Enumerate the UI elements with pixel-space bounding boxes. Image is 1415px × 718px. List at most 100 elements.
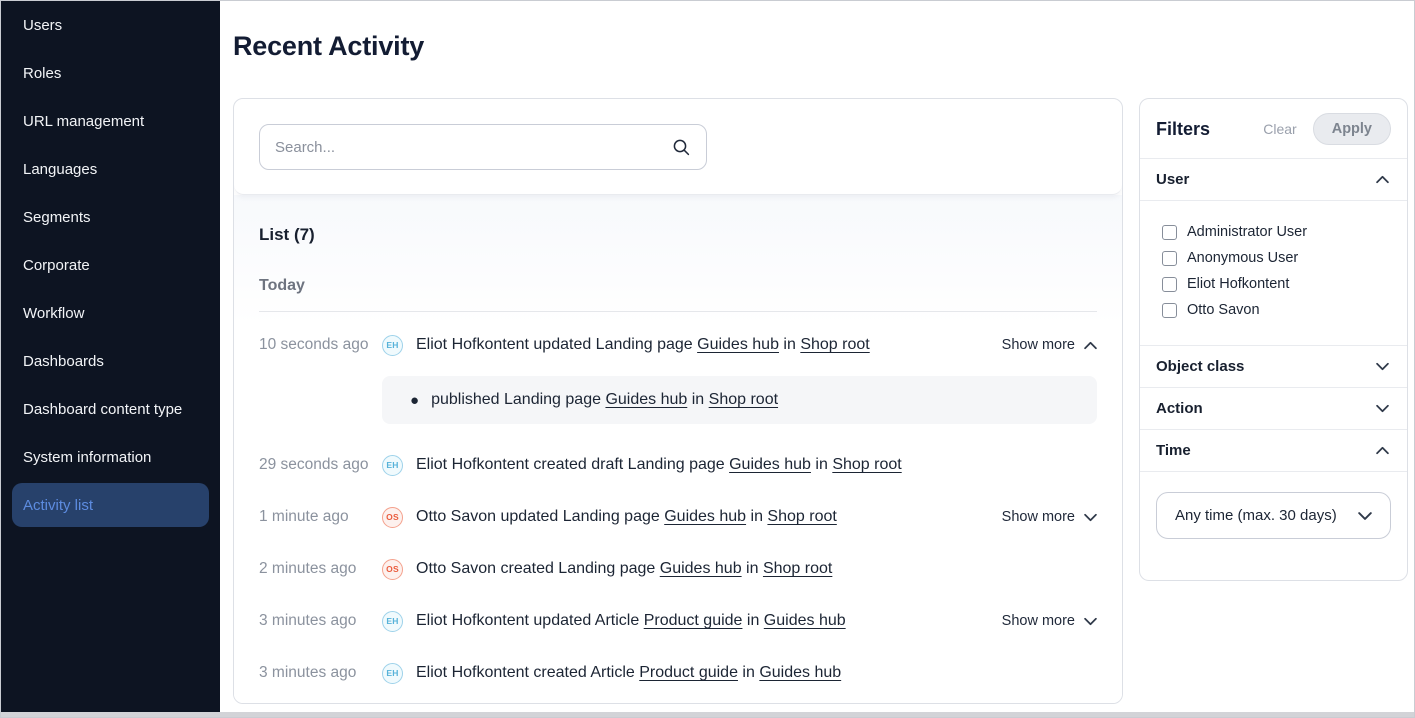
checkbox-eliot-hofkontent[interactable] [1162, 277, 1177, 292]
content-link[interactable]: Guides hub [697, 336, 779, 353]
location-link[interactable]: Shop root [832, 456, 901, 473]
sidebar-item-users[interactable]: Users [1, 1, 220, 49]
activity-timestamp: 2 minutes ago [259, 560, 382, 578]
search-box [259, 124, 707, 170]
show-more-label: Show more [1002, 509, 1075, 525]
activity-prefix: Eliot Hofkontent updated Article [416, 612, 639, 629]
activity-card: List (7) Today 10 seconds ago EH Eliot H… [233, 98, 1123, 704]
sidebar-item-activity-list[interactable]: Activity list [12, 483, 209, 527]
detail-connector: in [692, 391, 704, 408]
activity-connector: in [747, 612, 759, 629]
location-link[interactable]: Shop root [709, 391, 778, 408]
chevron-down-icon [1376, 362, 1389, 371]
filters-title: Filters [1156, 119, 1263, 140]
activity-detail-box: ● published Landing page Guides hub in S… [382, 376, 1097, 424]
activity-prefix: Eliot Hofkontent created Article [416, 664, 635, 681]
show-more-label: Show more [1002, 337, 1075, 353]
filter-section-label: Object class [1156, 358, 1244, 375]
location-link[interactable]: Shop root [800, 336, 869, 353]
chevron-up-icon [1376, 446, 1389, 455]
content-link[interactable]: Guides hub [605, 391, 687, 408]
location-link[interactable]: Shop root [763, 560, 832, 577]
show-more-toggle[interactable]: Show more [986, 509, 1097, 525]
list-count-header: List (7) [259, 225, 1097, 245]
filter-section-label: Action [1156, 400, 1203, 417]
activity-row: 10 seconds ago EH Eliot Hofkontent updat… [259, 334, 1097, 356]
filter-section-action[interactable]: Action [1140, 388, 1407, 430]
avatar: EH [382, 455, 403, 476]
sidebar-item-dashboard-content-type[interactable]: Dashboard content type [1, 385, 220, 433]
sidebar-item-corporate[interactable]: Corporate [1, 241, 220, 289]
sidebar-item-dashboards[interactable]: Dashboards [1, 337, 220, 385]
avatar: EH [382, 611, 403, 632]
sidebar-item-system-information[interactable]: System information [1, 433, 220, 481]
time-range-select[interactable]: Any time (max. 30 days) [1156, 492, 1391, 539]
show-more-toggle[interactable]: Show more [986, 613, 1097, 629]
sidebar-item-url-management[interactable]: URL management [1, 97, 220, 145]
location-link[interactable]: Guides hub [759, 664, 841, 681]
content-link[interactable]: Guides hub [660, 560, 742, 577]
search-input[interactable] [275, 139, 672, 156]
activity-text: Eliot Hofkontent created draft Landing p… [416, 456, 1097, 474]
activity-prefix: Eliot Hofkontent updated Landing page [416, 336, 693, 353]
user-option-administrator[interactable]: Administrator User [1162, 219, 1391, 245]
activity-text: Eliot Hofkontent updated Article Product… [416, 612, 986, 630]
activity-connector: in [746, 560, 758, 577]
group-label-today: Today [259, 277, 1097, 295]
activity-timestamp: 29 seconds ago [259, 456, 382, 474]
activity-text: Eliot Hofkontent updated Landing page Gu… [416, 336, 986, 354]
activity-row: 1 minute ago OS Otto Savon updated Landi… [259, 506, 1097, 528]
apply-filters-button[interactable]: Apply [1313, 113, 1391, 145]
filter-section-time[interactable]: Time [1140, 430, 1407, 472]
sidebar-item-segments[interactable]: Segments [1, 193, 220, 241]
activity-prefix: Eliot Hofkontent created draft Landing p… [416, 456, 725, 473]
chevron-up-icon [1376, 175, 1389, 184]
user-option-otto[interactable]: Otto Savon [1162, 297, 1391, 323]
content-link[interactable]: Guides hub [729, 456, 811, 473]
sidebar-item-workflow[interactable]: Workflow [1, 289, 220, 337]
show-more-toggle[interactable]: Show more [986, 337, 1097, 353]
activity-prefix: Otto Savon created Landing page [416, 560, 655, 577]
time-filter-body: Any time (max. 30 days) [1140, 472, 1407, 559]
filter-section-object-class[interactable]: Object class [1140, 346, 1407, 388]
location-link[interactable]: Guides hub [764, 612, 846, 629]
clear-filters-button[interactable]: Clear [1263, 121, 1296, 137]
checkbox-administrator-user[interactable] [1162, 225, 1177, 240]
filter-section-label: Time [1156, 442, 1191, 459]
time-range-value: Any time (max. 30 days) [1175, 507, 1337, 524]
checkbox-label: Administrator User [1187, 224, 1307, 240]
content-link[interactable]: Product guide [639, 664, 738, 681]
activity-connector: in [783, 336, 795, 353]
avatar: OS [382, 507, 403, 528]
chevron-down-icon [1376, 404, 1389, 413]
checkbox-otto-savon[interactable] [1162, 303, 1177, 318]
checkbox-label: Eliot Hofkontent [1187, 276, 1289, 292]
filters-panel: Filters Clear Apply User Administrator U… [1139, 98, 1408, 581]
activity-timestamp: 3 minutes ago [259, 664, 382, 682]
filter-section-user[interactable]: User [1140, 159, 1407, 201]
checkbox-label: Anonymous User [1187, 250, 1298, 266]
chevron-down-icon [1084, 617, 1097, 626]
activity-list: List (7) Today 10 seconds ago EH Eliot H… [234, 195, 1122, 704]
user-option-eliot[interactable]: Eliot Hofkontent [1162, 271, 1391, 297]
avatar: OS [382, 559, 403, 580]
activity-timestamp: 10 seconds ago [259, 336, 382, 354]
horizontal-scrollbar[interactable] [1, 712, 1414, 717]
activity-timestamp: 3 minutes ago [259, 612, 382, 630]
sidebar-item-languages[interactable]: Languages [1, 145, 220, 193]
checkbox-anonymous-user[interactable] [1162, 251, 1177, 266]
bullet-icon: ● [410, 392, 419, 409]
search-icon[interactable] [672, 138, 691, 157]
content-link[interactable]: Product guide [644, 612, 743, 629]
activity-row: 2 minutes ago OS Otto Savon created Land… [259, 558, 1097, 580]
location-link[interactable]: Shop root [767, 508, 836, 525]
sidebar-item-roles[interactable]: Roles [1, 49, 220, 97]
activity-row: 29 seconds ago EH Eliot Hofkontent creat… [259, 454, 1097, 476]
user-option-anonymous[interactable]: Anonymous User [1162, 245, 1391, 271]
activity-timestamp: 1 minute ago [259, 508, 382, 526]
activity-connector: in [815, 456, 827, 473]
chevron-down-icon [1084, 513, 1097, 522]
filter-section-label: User [1156, 171, 1189, 188]
content-link[interactable]: Guides hub [664, 508, 746, 525]
filters-header: Filters Clear Apply [1140, 99, 1407, 159]
